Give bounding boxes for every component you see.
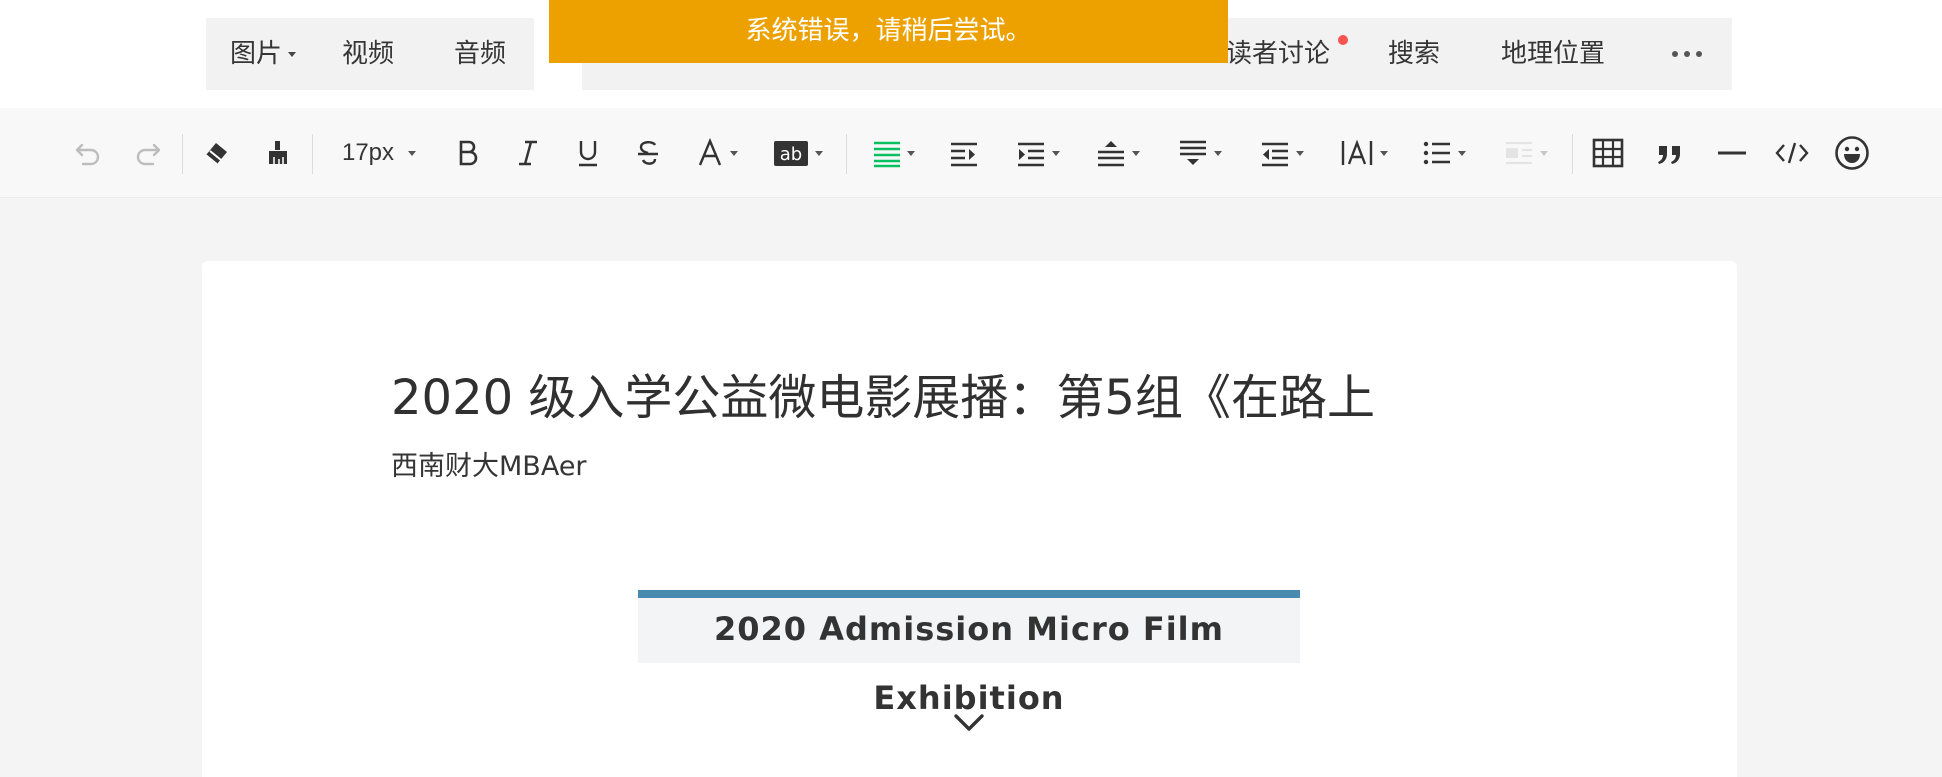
bold-button[interactable] <box>448 108 488 198</box>
indent-icon <box>951 142 977 167</box>
chevron-down-icon <box>1458 150 1466 156</box>
search-label: 搜索 <box>1388 39 1441 69</box>
letter-spacing-button[interactable] <box>1334 108 1394 198</box>
paragraph-spacing-icon <box>1180 140 1206 165</box>
format-painter-button[interactable] <box>258 108 298 198</box>
article-author[interactable]: 西南财大MBAer <box>391 444 587 483</box>
indent-button[interactable] <box>944 108 984 198</box>
insert-video-label: 视频 <box>342 39 395 69</box>
font-color-icon <box>698 138 722 166</box>
location-button[interactable]: 地理位置 <box>1501 18 1605 90</box>
format-toolbar: 17px ab <box>0 108 1942 198</box>
chevron-down-icon <box>288 52 297 57</box>
background-color-icon: ab <box>774 141 808 166</box>
notification-dot <box>1338 35 1348 45</box>
chevron-down-icon <box>907 150 915 156</box>
redo-icon <box>136 143 161 166</box>
first-line-indent-button[interactable] <box>1008 108 1068 198</box>
clear-format-button[interactable] <box>196 108 236 198</box>
insert-audio-button[interactable]: 音频 <box>454 18 506 90</box>
font-size-value: 17px <box>341 139 395 166</box>
letter-spacing-icon <box>1341 139 1373 165</box>
paragraph-spacing-button[interactable] <box>1170 108 1230 198</box>
outdent-button[interactable] <box>1252 108 1312 198</box>
chevron-down-icon <box>1540 150 1548 156</box>
horizontal-rule-icon <box>1718 151 1746 155</box>
align-button[interactable] <box>866 108 922 198</box>
svg-text:ab: ab <box>780 144 802 165</box>
quote-button[interactable] <box>1650 108 1690 198</box>
underline-icon <box>579 141 597 167</box>
insert-image-button[interactable]: 图片 <box>230 18 297 90</box>
line-height-button[interactable] <box>1088 108 1148 198</box>
media-group: 图片 视频 音频 <box>206 18 534 90</box>
redo-button[interactable] <box>128 108 168 198</box>
code-icon <box>1775 142 1809 164</box>
italic-icon <box>519 140 537 166</box>
insert-audio-label: 音频 <box>454 39 507 69</box>
chevron-down-icon <box>815 150 823 156</box>
align-icon <box>874 141 900 168</box>
insert-image-label: 图片 <box>230 39 283 69</box>
article-title[interactable]: 2020 级入学公益微电影展播：第5组《在路上 <box>391 358 1375 428</box>
first-line-indent-icon <box>1018 142 1044 167</box>
content-banner: 2020 Admission Micro Film Exhibition <box>638 590 1300 717</box>
location-label: 地理位置 <box>1501 39 1606 69</box>
bold-icon <box>459 140 478 166</box>
horizontal-rule-button[interactable] <box>1712 108 1752 198</box>
strikethrough-button[interactable] <box>628 108 668 198</box>
toolbar-divider <box>1572 134 1573 174</box>
chevron-down-icon <box>1052 150 1060 156</box>
error-toast-message: 系统错误，请稍后尝试。 <box>745 16 1032 46</box>
outdent-icon <box>1262 142 1288 167</box>
reader-discussion-label: 读者讨论 <box>1226 39 1331 69</box>
chevron-down-icon <box>408 150 417 156</box>
eraser-icon <box>205 143 227 165</box>
float-icon <box>1506 141 1532 165</box>
strikethrough-icon <box>638 141 658 165</box>
font-color-button[interactable] <box>688 108 746 198</box>
chevron-down-icon <box>1296 150 1304 156</box>
float-button <box>1496 108 1556 198</box>
table-icon <box>1592 138 1624 168</box>
undo-button[interactable] <box>68 108 108 198</box>
ellipsis-icon <box>1672 51 1702 57</box>
toolbar-divider <box>182 134 183 174</box>
emoji-button[interactable] <box>1832 108 1872 198</box>
background-color-button[interactable]: ab <box>768 108 828 198</box>
format-painter-icon <box>269 141 287 164</box>
underline-button[interactable] <box>568 108 608 198</box>
more-button[interactable] <box>1670 18 1704 90</box>
font-size-select[interactable]: 17px <box>332 108 426 198</box>
chevron-down-icon <box>1380 150 1388 156</box>
error-toast: 系统错误，请稍后尝试。 <box>549 0 1228 63</box>
toolbar-divider <box>846 134 847 174</box>
list-button[interactable] <box>1414 108 1474 198</box>
emoji-icon <box>1835 136 1869 170</box>
insert-bar: 图片 视频 音频 读者讨论 搜索 地理位置 系统错误，请稍后尝试。 <box>0 0 1942 108</box>
chevron-down-icon <box>1132 150 1140 156</box>
quote-icon <box>1658 146 1680 164</box>
unordered-list-icon <box>1423 141 1450 165</box>
reader-discussion-button[interactable]: 读者讨论 <box>1226 18 1330 90</box>
search-button[interactable]: 搜索 <box>1388 18 1440 90</box>
undo-icon <box>75 143 100 166</box>
italic-button[interactable] <box>508 108 548 198</box>
chevron-down-icon <box>730 150 738 156</box>
chevron-down-icon <box>953 712 985 739</box>
line-height-icon <box>1098 141 1124 167</box>
toolbar-divider <box>312 134 313 174</box>
code-button[interactable] <box>1772 108 1812 198</box>
insert-video-button[interactable]: 视频 <box>342 18 394 90</box>
table-button[interactable] <box>1588 108 1628 198</box>
chevron-down-icon <box>1214 150 1222 156</box>
